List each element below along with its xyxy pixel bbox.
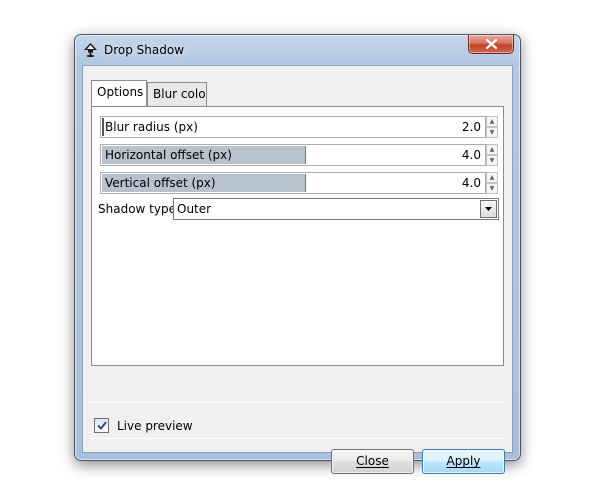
increment-up-icon[interactable]: ▲ xyxy=(486,172,498,183)
vertical-offset-value: 4.0 xyxy=(461,176,481,190)
blur-radius-field[interactable]: Blur radius (px) 2.0 xyxy=(100,116,486,138)
live-preview-label: Live preview xyxy=(117,419,193,433)
options-panel: Blur radius (px) 2.0 ▲ ▼ Horizontal offs… xyxy=(91,106,504,366)
blur-radius-label: Blur radius (px) xyxy=(105,120,198,134)
inkscape-logo-icon xyxy=(84,43,97,57)
horizontal-offset-field[interactable]: Horizontal offset (px) 4.0 xyxy=(100,144,486,166)
shadow-type-select[interactable]: Outer xyxy=(173,198,499,220)
title-bar[interactable]: Drop Shadow xyxy=(75,35,520,65)
close-window-button[interactable] xyxy=(468,35,514,54)
blur-radius-spinner[interactable]: Blur radius (px) 2.0 ▲ ▼ xyxy=(100,116,498,138)
close-button[interactable]: Close xyxy=(331,449,414,474)
horizontal-offset-spinner[interactable]: Horizontal offset (px) 4.0 ▲ ▼ xyxy=(100,144,498,166)
window-title: Drop Shadow xyxy=(104,43,185,57)
close-x-icon xyxy=(485,39,497,49)
checkmark-icon xyxy=(96,421,107,430)
tab-blur-color-label: Blur color xyxy=(153,87,207,101)
decrement-down-icon[interactable]: ▼ xyxy=(486,155,498,166)
horizontal-offset-stepper[interactable]: ▲ ▼ xyxy=(486,144,498,166)
blur-radius-stepper[interactable]: ▲ ▼ xyxy=(486,116,498,138)
vertical-offset-spinner[interactable]: Vertical offset (px) 4.0 ▲ ▼ xyxy=(100,172,498,194)
dropdown-button[interactable] xyxy=(480,200,497,218)
vertical-offset-stepper[interactable]: ▲ ▼ xyxy=(486,172,498,194)
decrement-down-icon[interactable]: ▼ xyxy=(486,127,498,138)
vertical-offset-field[interactable]: Vertical offset (px) 4.0 xyxy=(100,172,486,194)
drop-shadow-dialog: Drop Shadow Options Blur color Blur radi… xyxy=(74,34,521,474)
increment-up-icon[interactable]: ▲ xyxy=(486,116,498,127)
live-preview-checkbox[interactable] xyxy=(94,418,109,433)
shadow-type-value: Outer xyxy=(177,202,212,216)
horizontal-offset-label: Horizontal offset (px) xyxy=(105,148,232,162)
dialog-body: Options Blur color Blur radius (px) 2.0 … xyxy=(82,65,513,474)
divider xyxy=(89,402,506,403)
apply-button[interactable]: Apply xyxy=(422,449,505,474)
increment-up-icon[interactable]: ▲ xyxy=(486,144,498,155)
blur-radius-value: 2.0 xyxy=(461,120,481,134)
tab-options[interactable]: Options xyxy=(91,80,147,106)
shadow-type-label: Shadow type: xyxy=(98,202,181,216)
chevron-down-icon xyxy=(485,207,492,211)
vertical-offset-label: Vertical offset (px) xyxy=(105,176,216,190)
blur-radius-fill xyxy=(102,118,104,136)
divider xyxy=(89,438,506,439)
horizontal-offset-value: 4.0 xyxy=(461,148,481,162)
tab-options-label: Options xyxy=(97,85,144,99)
decrement-down-icon[interactable]: ▼ xyxy=(486,183,498,194)
tab-blur-color[interactable]: Blur color xyxy=(147,82,207,106)
